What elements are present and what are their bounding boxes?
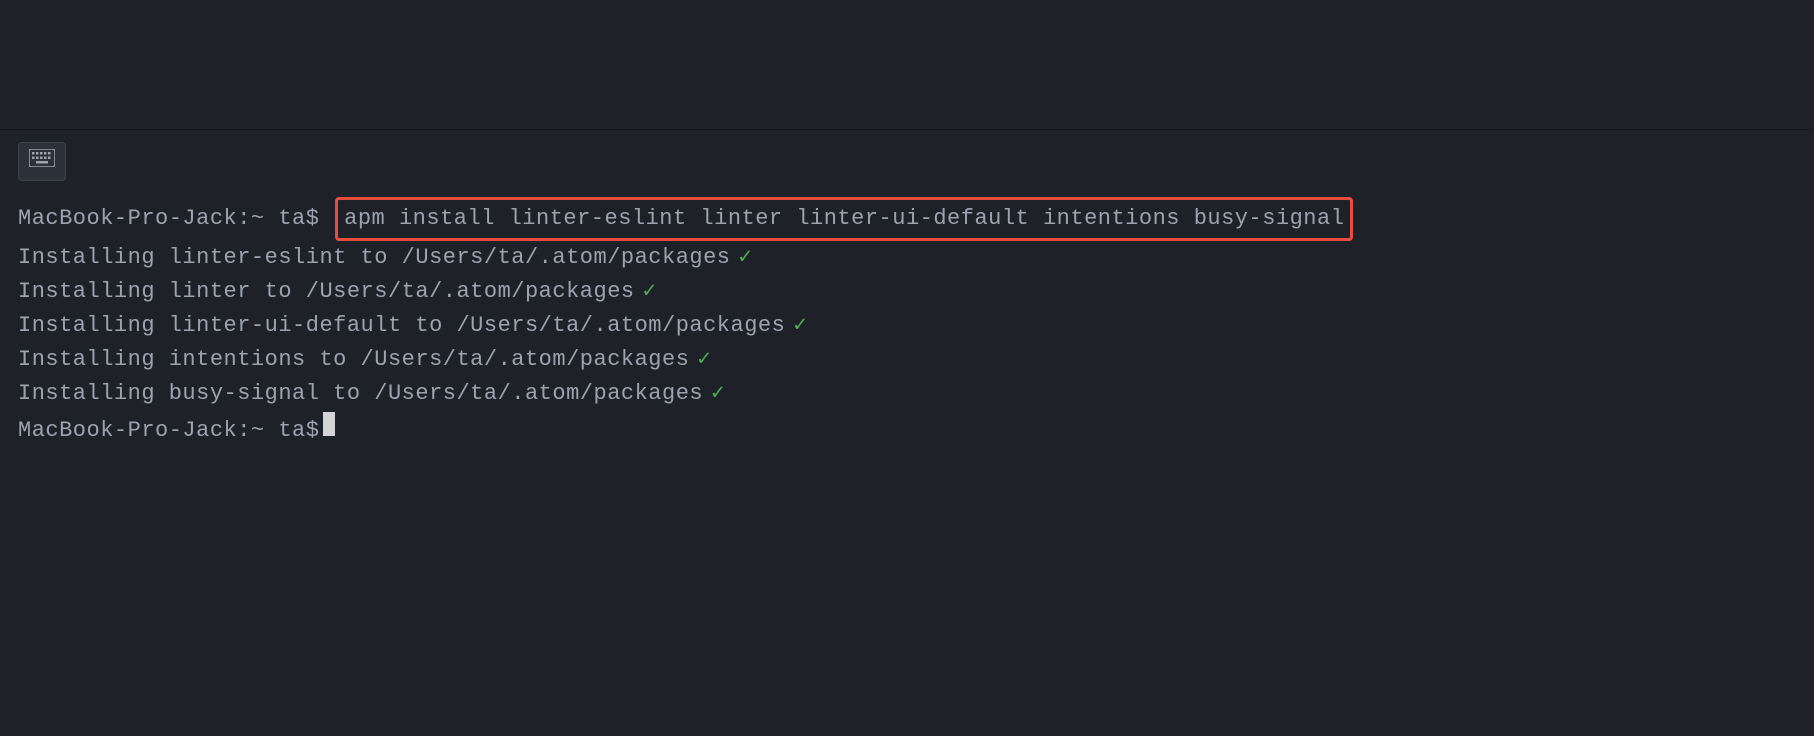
output-text: Installing intentions to /Users/ta/.atom…: [18, 343, 689, 377]
output-text: Installing linter-ui-default to /Users/t…: [18, 309, 785, 343]
terminal-prompt: MacBook-Pro-Jack:~ ta$: [18, 414, 319, 448]
terminal-cursor: [323, 412, 335, 436]
terminal-command-line: MacBook-Pro-Jack:~ ta$ apm install linte…: [18, 197, 1796, 241]
highlighted-command: apm install linter-eslint linter linter-…: [335, 197, 1353, 241]
terminal-prompt-line: MacBook-Pro-Jack:~ ta$: [18, 412, 1796, 448]
terminal-output-line: Installing linter-eslint to /Users/ta/.a…: [18, 241, 1796, 275]
terminal-toolbar: [0, 130, 1814, 189]
output-text: Installing linter to /Users/ta/.atom/pac…: [18, 275, 635, 309]
output-text: Installing linter-eslint to /Users/ta/.a…: [18, 241, 731, 275]
editor-top-area: [0, 0, 1814, 130]
checkmark-icon: ✓: [739, 241, 753, 275]
keyboard-icon: [29, 149, 55, 174]
checkmark-icon: ✓: [711, 377, 725, 411]
terminal-output-line: Installing intentions to /Users/ta/.atom…: [18, 343, 1796, 377]
keyboard-toggle-button[interactable]: [18, 142, 66, 181]
checkmark-icon: ✓: [793, 309, 807, 343]
output-text: Installing busy-signal to /Users/ta/.ato…: [18, 377, 703, 411]
terminal-prompt: MacBook-Pro-Jack:~ ta$: [18, 202, 333, 236]
terminal-output-line: Installing linter-ui-default to /Users/t…: [18, 309, 1796, 343]
checkmark-icon: ✓: [697, 343, 711, 377]
terminal-output-line: Installing linter to /Users/ta/.atom/pac…: [18, 275, 1796, 309]
checkmark-icon: ✓: [643, 275, 657, 309]
terminal-output[interactable]: MacBook-Pro-Jack:~ ta$ apm install linte…: [0, 189, 1814, 456]
terminal-output-line: Installing busy-signal to /Users/ta/.ato…: [18, 377, 1796, 411]
